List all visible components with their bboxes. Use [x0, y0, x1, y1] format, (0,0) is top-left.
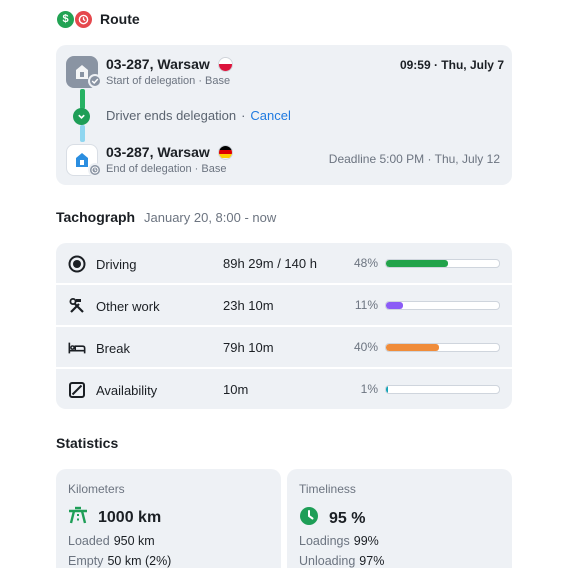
statistics-title: Statistics: [56, 435, 119, 451]
tach-row-other-work: Other work 23h 10m 11%: [56, 285, 512, 325]
tach-bar: [385, 259, 500, 268]
route-pending-line: [80, 125, 85, 142]
kilometers-value: 1000 km: [98, 508, 162, 526]
clock-icon: [299, 506, 319, 531]
route-title: Route: [100, 11, 140, 27]
hammer-wrench-icon: [68, 297, 86, 315]
tach-label: Other work: [96, 299, 160, 314]
stat-value: 99%: [353, 534, 379, 548]
loadings-line: Loadings 99%: [299, 534, 379, 548]
stat-label: Empty: [68, 554, 104, 568]
bed-icon: [68, 339, 86, 357]
start-subtitle: Start of delegation · Base: [106, 75, 231, 87]
cancel-link[interactable]: Cancel: [250, 108, 290, 123]
separator: ·: [241, 108, 246, 123]
tach-value: 10m: [223, 382, 249, 397]
tach-label: Availability: [96, 383, 158, 398]
stat-label: Loaded: [68, 534, 110, 548]
route-progress-line: [80, 89, 85, 109]
tach-row-availability: Availability 10m 1%: [56, 369, 512, 409]
loaded-line: Loaded 950 km: [68, 534, 155, 548]
dollar-icon: $: [57, 10, 74, 28]
stat-value: 950 km: [113, 534, 155, 548]
kilometers-card: Kilometers 1000 km Loaded 950 km Empty 50 …: [56, 469, 281, 568]
chevron-down-icon: [73, 108, 90, 125]
road-icon: [68, 506, 88, 529]
tachograph-table: Driving 89h 29m / 140 h 48% Other work 2…: [56, 243, 512, 409]
route-card: 03-287, Warsaw Start of delegation · Bas…: [56, 45, 512, 185]
tach-value: 23h 10m: [223, 298, 274, 313]
end-subtitle: End of delegation · Base: [106, 163, 227, 175]
driver-ends-row: Driver ends delegation · Cancel: [106, 108, 291, 123]
tach-bar: [385, 301, 500, 310]
clock-badge-icon: [75, 10, 92, 28]
end-location: 03-287, Warsaw: [106, 144, 233, 160]
tachograph-range: January 20, 8:00 - now: [144, 210, 277, 225]
tach-label: Break: [96, 341, 130, 356]
stat-value: 97%: [359, 554, 385, 568]
empty-line: Empty 50 km (2%): [68, 554, 171, 568]
driving-icon: [68, 255, 86, 273]
unloading-line: Unloading 97%: [299, 554, 384, 568]
poland-flag-icon: [217, 56, 233, 72]
driver-ends-text: Driver ends delegation: [106, 108, 237, 123]
kilometers-main: 1000 km: [68, 506, 161, 529]
check-badge-icon: [88, 74, 102, 88]
tach-bar: [385, 343, 500, 352]
deadline: Deadline 5:00 PM · Thu, July 12: [328, 152, 500, 166]
tach-value: 79h 10m: [223, 340, 274, 355]
tach-label: Driving: [96, 257, 137, 272]
timeliness-main: 95 %: [299, 506, 365, 531]
germany-flag-icon: [217, 144, 233, 160]
tach-row-break: Break 79h 10m 40%: [56, 327, 512, 367]
tach-percent: 11%: [354, 298, 378, 312]
stat-label: Unloading: [299, 554, 356, 568]
kilometers-head: Kilometers: [68, 482, 125, 496]
tach-row-driving: Driving 89h 29m / 140 h 48%: [56, 243, 512, 283]
clock-badge-small-icon: [88, 163, 102, 177]
availability-icon: [68, 381, 86, 399]
tach-percent: 40%: [353, 340, 378, 354]
tach-bar-fill: [386, 302, 403, 309]
route-header: $ Route: [57, 10, 140, 28]
start-location: 03-287, Warsaw: [106, 56, 233, 72]
tach-bar: [385, 385, 500, 394]
tach-bar-fill: [386, 260, 449, 267]
tach-bar-fill: [386, 386, 389, 393]
timeliness-value: 95 %: [329, 509, 366, 527]
stat-value: 50 km (2%): [107, 554, 172, 568]
stat-label: Loadings: [299, 534, 350, 548]
tach-bar-fill: [386, 344, 440, 351]
end-location-name: 03-287, Warsaw: [106, 144, 210, 160]
tach-percent: 1%: [360, 382, 378, 396]
timeliness-card: Timeliness 95 % Loadings 99% Unloading 97%: [287, 469, 512, 568]
timeliness-head: Timeliness: [299, 482, 356, 496]
tach-percent: 48%: [353, 256, 378, 270]
tach-value: 89h 29m / 140 h: [223, 256, 317, 271]
start-location-name: 03-287, Warsaw: [106, 56, 210, 72]
tachograph-title: Tachograph: [56, 209, 136, 225]
start-time: 09:59 · Thu, July 7: [399, 58, 504, 72]
